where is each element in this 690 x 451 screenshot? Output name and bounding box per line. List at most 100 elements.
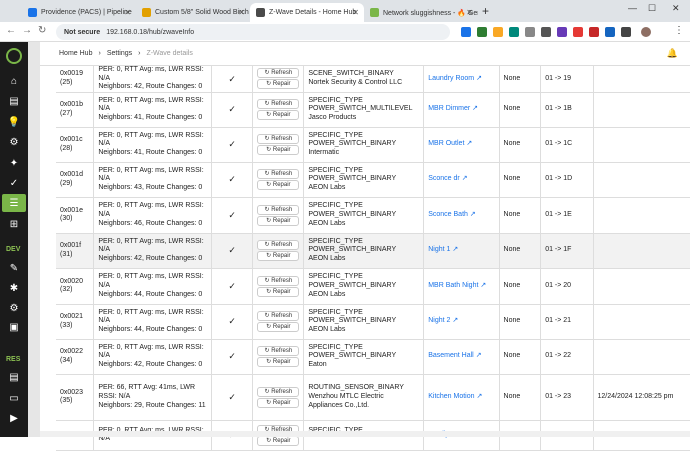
device-link[interactable]: Sconce dr <box>428 175 460 182</box>
refresh-button[interactable]: Refresh <box>257 68 300 79</box>
repair-button[interactable]: Repair <box>257 145 300 156</box>
device-link[interactable]: MBR Dimmer <box>428 105 470 112</box>
tools-icon[interactable]: ⚙ <box>8 136 20 148</box>
route-value: 01 -> 1E <box>545 210 572 218</box>
refresh-button[interactable]: Refresh <box>257 240 300 251</box>
video-icon[interactable]: ▶ <box>8 412 20 424</box>
chat-icon[interactable]: ▭ <box>8 392 20 404</box>
external-link-icon[interactable]: ↗ <box>476 75 482 82</box>
tab-custom-wood[interactable]: Custom 5/8" Solid Wood Birch ✕ <box>136 3 250 22</box>
route-value: 01 -> 1B <box>545 105 572 113</box>
zwave-device-table: 0x0019 (25) PER: 0, RTT Avg: ms, LWR RSSI:… <box>56 66 690 451</box>
refresh-button[interactable]: Refresh <box>257 99 300 110</box>
actions-cell: RefreshRepair <box>252 197 305 234</box>
close-icon[interactable]: ✕ <box>466 8 473 17</box>
device-link[interactable]: MBR Outlet <box>428 140 464 147</box>
close-icon[interactable]: ✕ <box>238 8 245 17</box>
repair-button[interactable]: Repair <box>257 79 300 90</box>
apps-icon[interactable]: 💡 <box>8 116 20 128</box>
repair-button[interactable]: Repair <box>257 180 300 191</box>
device-type: SPECIFIC_TYPE <box>308 202 363 210</box>
minimize-icon[interactable]: — <box>628 3 637 13</box>
refresh-button[interactable]: Refresh <box>257 311 300 322</box>
horizontal-scrollbar[interactable] <box>40 431 690 437</box>
settings-sliders-icon[interactable]: ☰ <box>2 194 26 212</box>
breadcrumb-home[interactable]: Home Hub <box>59 50 92 57</box>
device-link[interactable]: Sconce Bath <box>428 211 468 218</box>
tab-zwave-details[interactable]: Z-Wave Details - Home Hub ✕ <box>250 3 364 22</box>
bell-icon[interactable]: 🔔 <box>667 48 678 59</box>
close-icon[interactable]: ✕ <box>124 8 131 17</box>
extension-icon[interactable] <box>477 27 487 37</box>
dashboard-icon[interactable]: ⌂ <box>8 75 20 87</box>
hubitat-logo-icon[interactable] <box>6 48 22 64</box>
code-icon[interactable]: ✎ <box>8 262 20 274</box>
extension-icon[interactable] <box>493 27 503 37</box>
refresh-button[interactable]: Refresh <box>257 204 300 215</box>
extension-icon[interactable] <box>589 27 599 37</box>
back-icon[interactable]: ← <box>6 25 16 36</box>
device-link[interactable]: Night 1 <box>428 246 450 253</box>
external-link-icon[interactable]: ↗ <box>476 393 482 400</box>
device-link[interactable]: Basement Hall <box>428 352 474 359</box>
device-link[interactable]: Kitchen Motion <box>428 393 474 400</box>
refresh-button[interactable]: Refresh <box>257 346 300 357</box>
extension-icon[interactable] <box>461 27 471 37</box>
device-link[interactable]: MBR Bath Night <box>428 282 478 289</box>
device-link[interactable]: Night 2 <box>428 317 450 324</box>
status-cell: ✓ <box>211 162 254 198</box>
repair-button[interactable]: Repair <box>257 397 300 408</box>
external-link-icon[interactable]: ↗ <box>470 211 476 218</box>
reload-icon[interactable]: ↻ <box>38 25 46 36</box>
extension-icon[interactable] <box>509 27 519 37</box>
external-link-icon[interactable]: ↗ <box>472 105 478 112</box>
external-link-icon[interactable]: ↗ <box>466 140 472 147</box>
extension-icon[interactable] <box>621 27 631 37</box>
tab-network-sluggishness[interactable]: Network sluggishness - 🔥 Gen ✕ <box>364 3 478 22</box>
repair-button[interactable]: Repair <box>257 322 300 333</box>
timestamp-cell <box>593 268 690 305</box>
close-window-icon[interactable]: ✕ <box>672 3 680 14</box>
breadcrumb-settings[interactable]: Settings <box>107 50 132 57</box>
extension-icon[interactable] <box>541 27 551 37</box>
refresh-button[interactable]: Refresh <box>257 134 300 145</box>
docs-icon[interactable]: ▤ <box>8 371 20 383</box>
maximize-icon[interactable]: ☐ <box>648 3 656 14</box>
forward-icon[interactable]: → <box>22 25 32 36</box>
wand-icon[interactable]: ✦ <box>8 157 20 169</box>
external-link-icon[interactable]: ↗ <box>452 317 458 324</box>
repair-button[interactable]: Repair <box>257 110 300 121</box>
repair-button[interactable]: Repair <box>257 251 300 262</box>
mesh-icon[interactable]: ⊞ <box>8 218 20 230</box>
extension-icon[interactable] <box>605 27 615 37</box>
check-icon: ✓ <box>228 391 236 402</box>
menu-dots-icon[interactable]: ⋮ <box>674 25 684 36</box>
external-link-icon[interactable]: ↗ <box>480 282 486 289</box>
repair-button[interactable]: Repair <box>257 215 300 226</box>
vertical-scrollbar[interactable] <box>28 42 40 437</box>
url-field[interactable]: Not secure 192.168.0.18/hub/zwaveInfo <box>56 24 450 40</box>
node-id: 0x001e <box>60 206 83 214</box>
device-link[interactable]: Laundry Room <box>428 75 474 82</box>
refresh-button[interactable]: Refresh <box>257 275 300 286</box>
repair-button[interactable]: Repair <box>257 435 300 446</box>
refresh-button[interactable]: Refresh <box>257 386 300 397</box>
extension-icon[interactable] <box>557 27 567 37</box>
tab-providence[interactable]: Providence (PACS) | Pipeline ✕ <box>22 3 136 22</box>
check-circle-icon[interactable]: ✓ <box>8 177 20 189</box>
refresh-button[interactable]: Refresh <box>257 169 300 180</box>
repair-button[interactable]: Repair <box>257 357 300 368</box>
profile-avatar[interactable] <box>641 27 651 37</box>
gear-icon[interactable]: ⚙ <box>8 302 20 314</box>
folder-icon[interactable]: ▣ <box>8 321 20 333</box>
external-link-icon[interactable]: ↗ <box>462 175 468 182</box>
extension-icon[interactable] <box>573 27 583 37</box>
external-link-icon[interactable]: ↗ <box>476 352 482 359</box>
external-link-icon[interactable]: ↗ <box>452 246 458 253</box>
new-tab-icon[interactable]: + <box>482 4 489 18</box>
extension-icon[interactable] <box>525 27 535 37</box>
bug-icon[interactable]: ✱ <box>8 282 20 294</box>
repair-button[interactable]: Repair <box>257 286 300 297</box>
devices-icon[interactable]: ▤ <box>8 95 20 107</box>
close-icon[interactable]: ✕ <box>352 8 359 17</box>
